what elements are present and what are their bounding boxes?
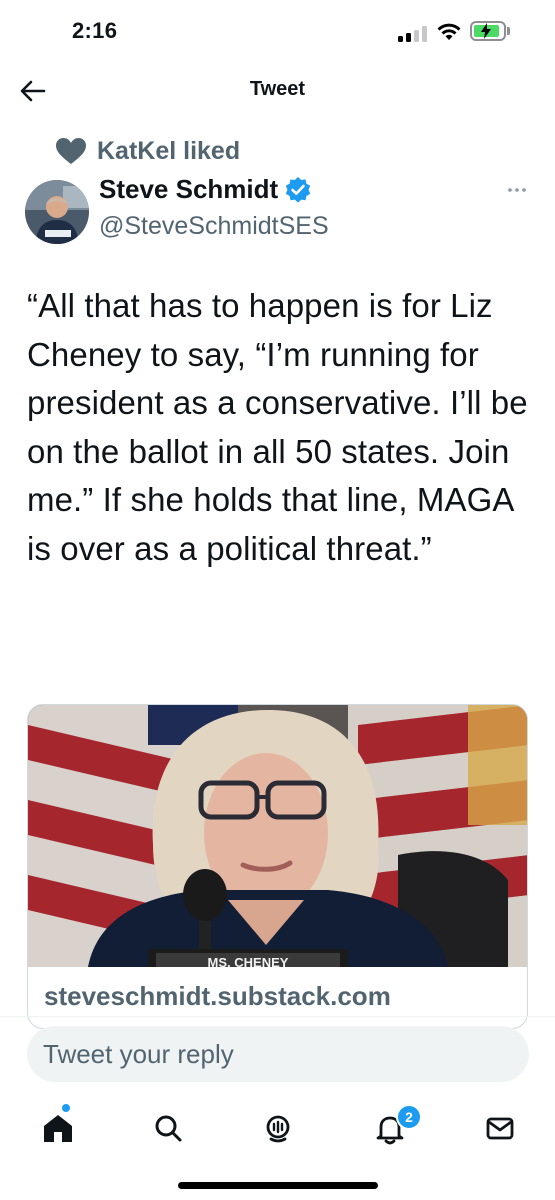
more-dots-icon	[508, 188, 526, 192]
avatar-image	[25, 180, 89, 244]
author-handle[interactable]: @SteveSchmidtSES	[99, 212, 329, 241]
more-options-button[interactable]	[502, 178, 532, 202]
status-time: 2:16	[72, 18, 118, 43]
search-icon	[155, 1115, 182, 1142]
author-name-row[interactable]: Steve Schmidt	[99, 174, 312, 205]
wifi-icon	[437, 23, 461, 40]
nameplate-text: MS. CHENEY	[208, 955, 289, 967]
tab-home[interactable]	[38, 1108, 78, 1148]
notifications-badge: 2	[396, 1104, 422, 1130]
home-indicator[interactable]	[178, 1182, 378, 1189]
tweet-text: “All that has to happen is for Liz Chene…	[27, 287, 528, 567]
reply-input[interactable]: Tweet your reply	[27, 1026, 529, 1082]
tab-bar	[0, 1100, 555, 1160]
link-card[interactable]: MS. CHENEY steveschmidt.substack.com	[27, 704, 528, 1029]
messages-icon	[486, 1117, 514, 1140]
tab-spaces[interactable]	[258, 1108, 298, 1148]
status-bar: 2:16	[0, 0, 555, 66]
home-icon	[44, 1115, 72, 1142]
home-unread-dot	[62, 1104, 70, 1112]
battery-icon	[470, 21, 506, 41]
card-domain: steveschmidt.substack.com	[44, 981, 391, 1011]
social-context[interactable]: KatKel liked	[55, 137, 240, 165]
card-image: MS. CHENEY	[28, 705, 527, 967]
spaces-icon	[266, 1115, 290, 1143]
tab-messages[interactable]	[480, 1108, 520, 1148]
cellular-signal-icon	[398, 26, 428, 42]
page-title: Tweet	[249, 78, 306, 100]
verified-badge-icon	[285, 176, 311, 203]
battery-cap	[507, 27, 510, 35]
avatar[interactable]	[25, 180, 89, 244]
social-context-label: KatKel liked	[97, 136, 241, 165]
heart-icon	[56, 138, 86, 164]
reply-divider	[0, 1016, 555, 1017]
tab-search[interactable]	[148, 1108, 188, 1148]
nav-header: Tweet	[0, 66, 555, 116]
author-name[interactable]: Steve Schmidt	[99, 174, 278, 205]
